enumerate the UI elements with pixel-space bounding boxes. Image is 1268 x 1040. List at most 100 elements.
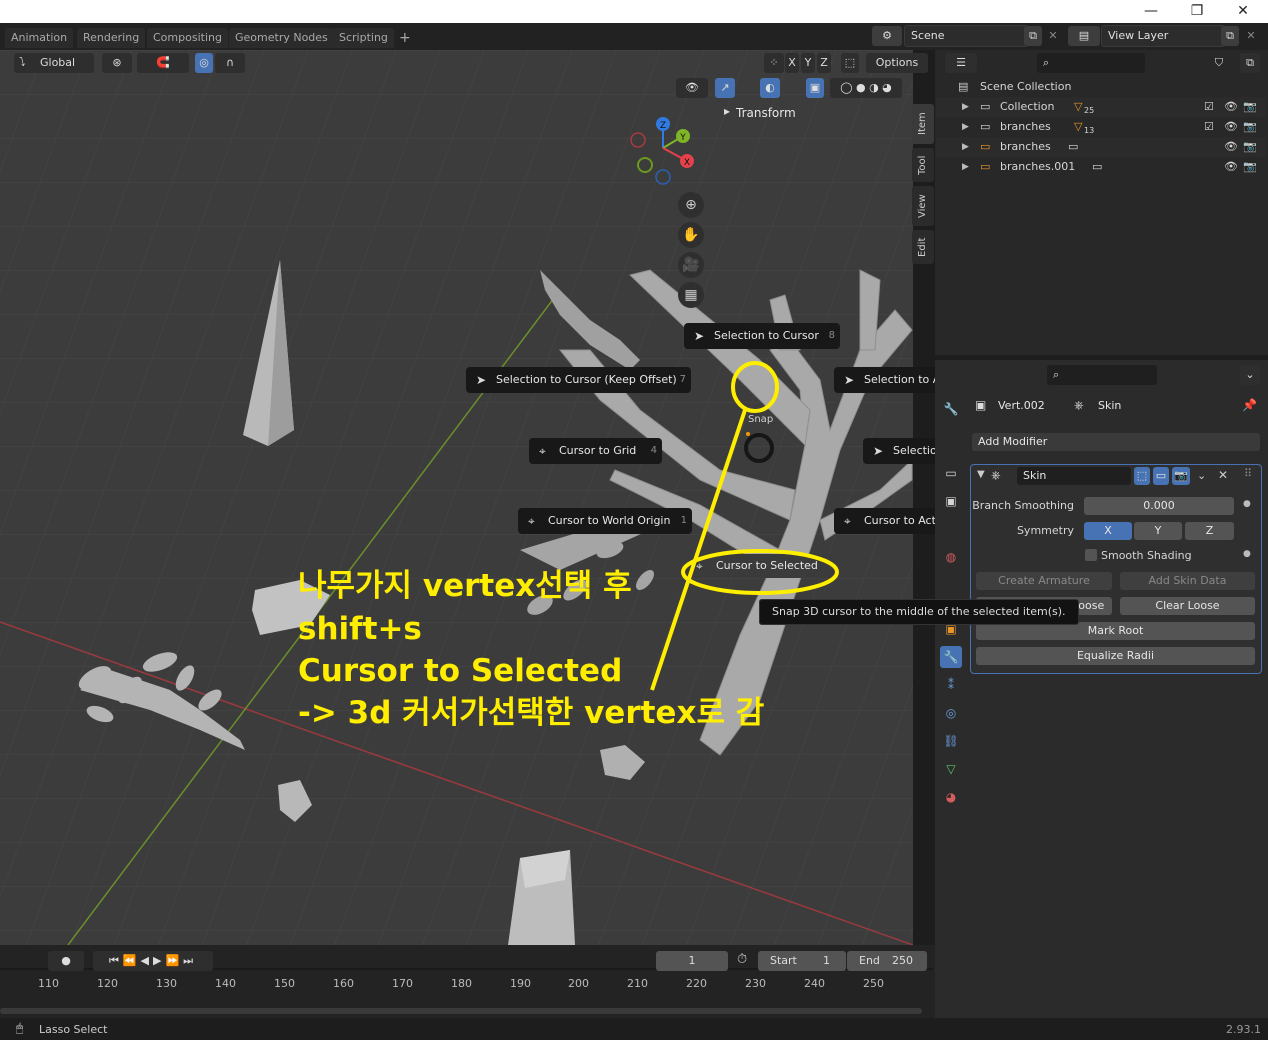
3d-viewport[interactable] (0, 50, 913, 945)
view-layer-browse-icon[interactable]: ▤ (1068, 26, 1100, 46)
delete-view-layer-icon[interactable]: ✕ (1242, 26, 1260, 46)
symmetry-z-toggle[interactable]: Z (1185, 522, 1234, 540)
sidebar-tab-edit[interactable]: Edit (912, 230, 934, 264)
modifier-name-field[interactable]: Skin (1017, 467, 1131, 485)
sidebar-tab-view[interactable]: View (912, 186, 934, 226)
outliner-row[interactable]: ▶ ▭ Collection ▽ 25 ☑ 👁 📷 (936, 97, 1266, 117)
constraints-tab-icon[interactable]: ⛓ (940, 730, 962, 752)
keyframe-dot-icon[interactable]: ● (1243, 549, 1251, 559)
render-camera-icon[interactable]: 📷 (1243, 117, 1257, 137)
branch-smoothing-field[interactable]: 0.000 (1084, 497, 1234, 515)
gizmo-toggle-icon[interactable]: ↗ (715, 78, 735, 98)
add-modifier-dropdown[interactable]: Add Modifier (972, 433, 1260, 451)
close-window-button[interactable]: ✕ (1220, 0, 1266, 23)
data-tab-icon[interactable]: ▽ (940, 758, 962, 780)
symmetry-x-toggle[interactable]: X (1084, 522, 1132, 540)
properties-options-icon[interactable]: ⌄ (1240, 365, 1260, 385)
outliner-row-scene-collection[interactable]: ▤ Scene Collection (936, 77, 1266, 97)
tab-compositing[interactable]: Compositing (147, 28, 228, 48)
modifier-menu-icon[interactable]: ⌄ (1197, 469, 1206, 482)
display-mode-icon[interactable]: ☰ (945, 53, 977, 73)
current-frame-field[interactable]: 1 (656, 951, 728, 971)
add-workspace-button[interactable]: + (393, 28, 417, 48)
end-frame-field[interactable]: End 250 (847, 951, 927, 971)
outliner-row[interactable]: ▶ ▭ branches ▽ 13 ☑ 👁 📷 (936, 117, 1266, 137)
scene-name-field[interactable]: Scene (904, 25, 1028, 47)
visibility-icon[interactable]: 👁 (676, 78, 708, 98)
keyframe-dot-icon[interactable]: ● (1243, 499, 1251, 509)
render-toggle-icon[interactable]: 📷 (1172, 467, 1190, 485)
pie-cursor-to-grid[interactable]: ⌖ Cursor to Grid 4 (529, 438, 662, 464)
visibility-eye-icon[interactable]: 👁 (1224, 97, 1238, 117)
new-view-layer-icon[interactable]: ⧉ (1221, 26, 1239, 46)
transform-orientation-dropdown[interactable]: Global (14, 53, 94, 73)
edit-mode-toggle-icon[interactable]: ⬚ (1134, 467, 1150, 485)
auto-keying-icon[interactable]: ● (48, 951, 84, 971)
minimize-button[interactable]: — (1128, 0, 1174, 23)
pin-icon[interactable]: 📌 (1242, 398, 1257, 412)
outliner-row[interactable]: ▶ ▭ branches.001 ▭ 👁 📷 (936, 157, 1266, 177)
mirror-z-toggle[interactable]: Z (817, 53, 831, 73)
collapse-arrow-icon[interactable]: ▼ (977, 469, 985, 480)
outliner-search-input[interactable]: ⌕ (1037, 53, 1145, 73)
visibility-eye-icon[interactable]: 👁 (1224, 117, 1238, 137)
pivot-point-icon[interactable]: ⊛ (102, 53, 132, 73)
playback-controls[interactable]: ⏮⏪◀▶⏩⏭ (93, 951, 213, 971)
pie-cursor-to-selected[interactable]: ⌖ Cursor to Selected (686, 554, 838, 578)
render-camera-icon[interactable]: 📷 (1243, 97, 1257, 117)
start-frame-field[interactable]: Start 1 (758, 951, 846, 971)
delete-scene-icon[interactable]: ✕ (1044, 26, 1062, 46)
object-name[interactable]: Vert.002 (998, 399, 1045, 412)
render-camera-icon[interactable]: 📷 (1243, 137, 1257, 157)
render-tab-icon[interactable]: ▭ (940, 462, 962, 484)
remove-modifier-icon[interactable]: ✕ (1218, 468, 1228, 482)
overlay-toggle-icon[interactable]: ◐ (760, 78, 780, 98)
create-armature-button[interactable]: Create Armature (976, 572, 1112, 590)
tab-scripting[interactable]: Scripting (333, 28, 394, 48)
exclude-checkbox[interactable]: ☑ (1204, 117, 1214, 137)
visibility-eye-icon[interactable]: 👁 (1224, 157, 1238, 177)
expand-arrow-icon[interactable]: ▶ (962, 117, 969, 137)
transform-panel-arrow[interactable]: ▸ (724, 104, 730, 118)
expand-arrow-icon[interactable]: ▶ (962, 137, 969, 157)
add-skin-data-button[interactable]: Add Skin Data (1120, 572, 1255, 590)
navigation-gizmo[interactable]: Z Y X (625, 112, 705, 192)
new-collection-icon[interactable]: ⧉ (1240, 53, 1260, 73)
new-scene-icon[interactable]: ⧉ (1024, 26, 1042, 46)
modifier-tab-icon[interactable]: 🔧 (940, 646, 962, 668)
pie-selection-to-cursor[interactable]: ➤ Selection to Cursor 8 (684, 323, 840, 349)
stopwatch-icon[interactable]: ⏱ (737, 952, 747, 967)
tab-geometry-nodes[interactable]: Geometry Nodes (229, 28, 334, 48)
scene-browse-icon[interactable]: ⚙ (872, 26, 902, 46)
xray-toggle-icon[interactable]: ▣ (806, 78, 824, 98)
exclude-checkbox[interactable]: ☑ (1204, 97, 1214, 117)
world-tab-icon[interactable]: ◍ (940, 546, 962, 568)
shading-mode-icons[interactable]: ◯ ● ◑ ◕ (830, 78, 902, 98)
mirror-x-toggle[interactable]: X (785, 53, 799, 73)
mesh-select-icon[interactable]: ⁘ (764, 53, 784, 73)
visibility-eye-icon[interactable]: 👁 (1224, 137, 1238, 157)
viewport-toggle-icon[interactable]: ▭ (1153, 467, 1169, 485)
maximize-button[interactable]: ❐ (1174, 0, 1220, 23)
pie-cursor-to-world-origin[interactable]: ⌖ Cursor to World Origin 1 (518, 508, 692, 534)
view-layer-name-field[interactable]: View Layer (1101, 25, 1225, 47)
falloff-curve-icon[interactable]: ∩ (215, 53, 245, 73)
equalize-radii-button[interactable]: Equalize Radii (976, 647, 1255, 665)
physics-tab-icon[interactable]: ◎ (940, 702, 962, 724)
tab-rendering[interactable]: Rendering (77, 28, 146, 48)
expand-arrow-icon[interactable]: ▶ (962, 157, 969, 177)
sidebar-tab-tool[interactable]: Tool (912, 148, 934, 182)
snap-icon[interactable]: 🧲 (137, 53, 189, 73)
expand-arrow-icon[interactable]: ▶ (962, 97, 969, 117)
options-dropdown[interactable]: Options (866, 53, 928, 73)
sidebar-tab-item[interactable]: Item (912, 104, 934, 144)
camera-view-icon[interactable]: 🎥 (678, 252, 704, 278)
outliner-row[interactable]: ▶ ▭ branches ▭ 👁 📷 (936, 137, 1266, 157)
particles-tab-icon[interactable]: ⁑ (940, 674, 962, 696)
properties-search-input[interactable]: ⌕ (1047, 365, 1157, 385)
tool-tab-icon[interactable]: 🔧 (940, 398, 962, 420)
proportional-edit-icon[interactable]: ◎ (195, 53, 213, 73)
clear-loose-button[interactable]: Clear Loose (1120, 597, 1255, 615)
timeline-scrollbar[interactable] (0, 1008, 922, 1014)
transform-panel-title[interactable]: Transform (736, 106, 796, 120)
